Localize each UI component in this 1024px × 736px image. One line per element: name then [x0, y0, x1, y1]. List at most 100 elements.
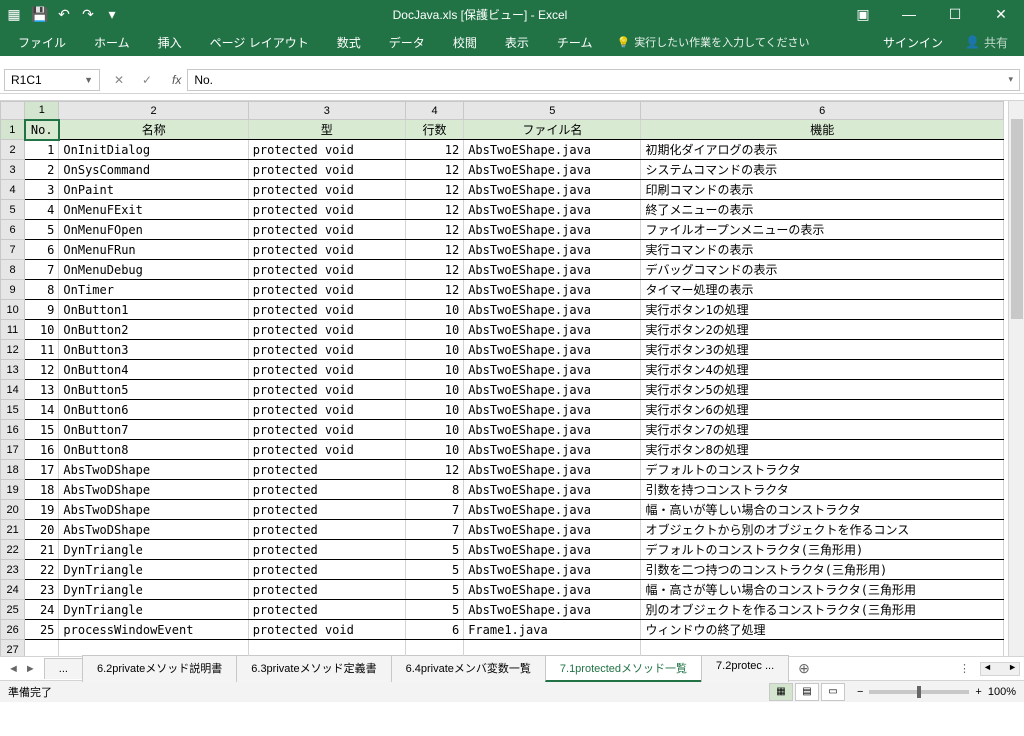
row-header[interactable]: 14 [1, 380, 25, 400]
col-header-4[interactable]: 4 [405, 102, 463, 120]
vertical-scrollbar[interactable] [1008, 101, 1024, 656]
cell[interactable]: 16 [25, 440, 59, 460]
cell[interactable]: デバッグコマンドの表示 [641, 260, 1004, 280]
cell[interactable]: 5 [405, 540, 463, 560]
cell[interactable]: システムコマンドの表示 [641, 160, 1004, 180]
view-normal-button[interactable]: ▦ [769, 683, 793, 701]
row-header[interactable]: 12 [1, 340, 25, 360]
cell[interactable]: デフォルトのコンストラクタ [641, 460, 1004, 480]
row-header[interactable]: 15 [1, 400, 25, 420]
spreadsheet-grid[interactable]: 123456 1No.名称型行数ファイル名機能21OnInitDialogpro… [0, 100, 1024, 656]
row-header[interactable]: 20 [1, 500, 25, 520]
minimize-button[interactable]: — [886, 0, 932, 28]
cell[interactable]: 25 [25, 620, 59, 640]
cell[interactable]: 1 [25, 140, 59, 160]
cell[interactable]: ファイルオープンメニューの表示 [641, 220, 1004, 240]
cell[interactable]: 22 [25, 560, 59, 580]
ribbon-tab-2[interactable]: 挿入 [144, 28, 196, 57]
row-header[interactable]: 21 [1, 520, 25, 540]
row-header[interactable]: 27 [1, 640, 25, 657]
cell[interactable]: DynTriangle [59, 600, 248, 620]
cell[interactable]: AbsTwoEShape.java [464, 220, 641, 240]
cell[interactable]: AbsTwoEShape.java [464, 540, 641, 560]
cell[interactable]: OnButton4 [59, 360, 248, 380]
cell[interactable]: AbsTwoDShape [59, 460, 248, 480]
cell[interactable]: AbsTwoEShape.java [464, 440, 641, 460]
cell[interactable]: 11 [25, 340, 59, 360]
row-header[interactable]: 25 [1, 600, 25, 620]
cell[interactable]: OnSysCommand [59, 160, 248, 180]
header-cell[interactable]: No. [25, 120, 59, 140]
col-header-1[interactable]: 1 [25, 102, 59, 120]
cell[interactable] [59, 640, 248, 657]
cell[interactable]: AbsTwoEShape.java [464, 200, 641, 220]
cell[interactable] [248, 640, 405, 657]
formula-input[interactable]: No. ▾ [187, 69, 1020, 91]
row-header[interactable]: 24 [1, 580, 25, 600]
cell[interactable]: protected void [248, 320, 405, 340]
save-icon[interactable]: 💾 [32, 6, 48, 22]
cell[interactable]: AbsTwoEShape.java [464, 600, 641, 620]
horizontal-scrollbar[interactable]: ◄ ► [980, 662, 1020, 676]
cell[interactable]: 18 [25, 480, 59, 500]
ribbon-display-options-icon[interactable]: ▣ [840, 0, 886, 28]
close-button[interactable]: ✕ [978, 0, 1024, 28]
fx-label[interactable]: fx [166, 73, 187, 87]
cell[interactable]: 10 [405, 400, 463, 420]
cell[interactable] [464, 640, 641, 657]
cell[interactable]: 実行ボタン8の処理 [641, 440, 1004, 460]
sheet-tab[interactable]: 6.4privateメンバ変数一覧 [391, 655, 546, 682]
cell[interactable]: 23 [25, 580, 59, 600]
cell[interactable]: processWindowEvent [59, 620, 248, 640]
cell[interactable]: OnPaint [59, 180, 248, 200]
cell[interactable]: 引数を二つ持つのコンストラクタ(三角形用) [641, 560, 1004, 580]
cell[interactable]: AbsTwoEShape.java [464, 560, 641, 580]
cell[interactable]: 21 [25, 540, 59, 560]
view-page-break-button[interactable]: ▭ [821, 683, 845, 701]
cell[interactable]: OnButton3 [59, 340, 248, 360]
cell[interactable]: タイマー処理の表示 [641, 280, 1004, 300]
cell[interactable]: 12 [405, 200, 463, 220]
row-header[interactable]: 22 [1, 540, 25, 560]
cell[interactable]: DynTriangle [59, 540, 248, 560]
cell[interactable]: 7 [25, 260, 59, 280]
cell[interactable]: 10 [405, 420, 463, 440]
cell[interactable]: 20 [25, 520, 59, 540]
row-header[interactable]: 18 [1, 460, 25, 480]
cell[interactable]: 10 [405, 380, 463, 400]
cell[interactable]: protected void [248, 220, 405, 240]
undo-icon[interactable]: ↶ [56, 6, 72, 22]
col-header-3[interactable]: 3 [248, 102, 405, 120]
cell[interactable]: AbsTwoEShape.java [464, 280, 641, 300]
ribbon-tab-8[interactable]: チーム [543, 28, 607, 57]
row-header[interactable]: 11 [1, 320, 25, 340]
cell[interactable]: OnButton1 [59, 300, 248, 320]
cell[interactable]: 12 [405, 220, 463, 240]
maximize-button[interactable]: ☐ [932, 0, 978, 28]
cell[interactable]: protected void [248, 440, 405, 460]
cell[interactable]: 引数を持つコンストラクタ [641, 480, 1004, 500]
cell[interactable]: 10 [405, 320, 463, 340]
row-header-1[interactable]: 1 [1, 120, 25, 140]
cell[interactable]: OnButton5 [59, 380, 248, 400]
row-header[interactable]: 6 [1, 220, 25, 240]
cell[interactable]: 12 [25, 360, 59, 380]
cell[interactable]: 8 [25, 280, 59, 300]
expand-formula-icon[interactable]: ▾ [1008, 74, 1013, 85]
cell[interactable]: OnMenuFRun [59, 240, 248, 260]
cell[interactable]: 9 [25, 300, 59, 320]
cell[interactable]: 12 [405, 240, 463, 260]
cell[interactable]: 17 [25, 460, 59, 480]
cell[interactable]: 12 [405, 260, 463, 280]
cell[interactable]: デフォルトのコンストラクタ(三角形用) [641, 540, 1004, 560]
cell[interactable]: AbsTwoEShape.java [464, 380, 641, 400]
ribbon-tab-1[interactable]: ホーム [80, 28, 144, 57]
header-cell[interactable]: 型 [248, 120, 405, 140]
cell[interactable]: Frame1.java [464, 620, 641, 640]
cell[interactable]: protected [248, 520, 405, 540]
sheet-tab-ellipsis[interactable]: ... [44, 658, 83, 679]
share-button[interactable]: 👤 共有 [953, 30, 1020, 55]
cell[interactable]: protected void [248, 380, 405, 400]
cell[interactable]: OnTimer [59, 280, 248, 300]
cell[interactable] [25, 640, 59, 657]
